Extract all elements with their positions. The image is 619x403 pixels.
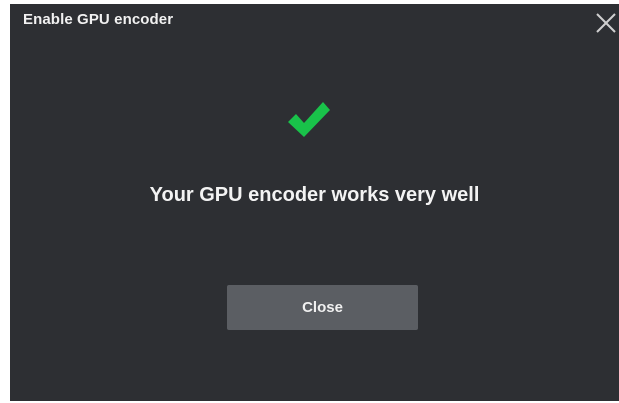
checkmark-icon	[286, 98, 332, 142]
gpu-encoder-dialog: Enable GPU encoder Your GPU encoder work…	[10, 4, 619, 401]
status-message: Your GPU encoder works very well	[149, 184, 480, 206]
close-icon[interactable]	[593, 10, 619, 36]
dialog-titlebar: Enable GPU encoder	[10, 4, 619, 38]
close-button[interactable]: Close	[227, 285, 418, 330]
dialog-title: Enable GPU encoder	[23, 11, 174, 28]
